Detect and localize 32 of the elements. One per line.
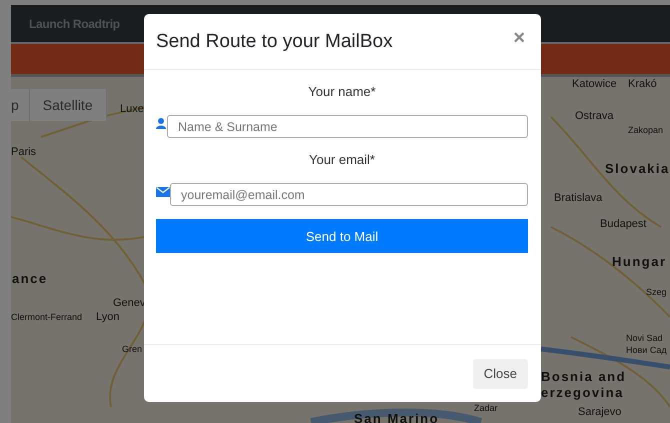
map-type-button[interactable]: Satellite — [30, 89, 107, 121]
field-label: Your name* — [308, 84, 376, 99]
map-place-label: Нови Сад — [626, 346, 667, 356]
close-button[interactable]: Close — [472, 358, 528, 388]
send-button[interactable]: Send to Mail — [156, 219, 528, 253]
map-place-label: ance — [12, 272, 48, 286]
field-label: Your email* — [308, 152, 375, 167]
map-place-label: Bosnia and — [541, 370, 626, 384]
map-place-label: Hungar — [612, 255, 666, 270]
text-input-field[interactable]: Name & Surname — [167, 115, 528, 138]
map-place-label: Ostrava — [575, 110, 614, 122]
map-place-label: Clermont-Ferrand — [11, 313, 82, 323]
map-place-label: Krakó — [628, 78, 657, 90]
map-place-label: Sarajevo — [578, 406, 622, 418]
map-place-label: Luxe — [120, 103, 144, 116]
map-place-label: Novi Sad — [626, 334, 663, 344]
map-place-label: Katowice — [572, 78, 617, 90]
map-place-label: San Marino — [354, 412, 440, 423]
map-place-label: Zadar — [474, 404, 498, 414]
modal-title: Send Route to your MailBox — [156, 30, 393, 52]
map-type-button[interactable]: p — [11, 89, 30, 121]
map-place-label: Bratislava — [554, 192, 602, 204]
map-place-label: Zakopan — [628, 126, 664, 136]
map-place-label: Paris — [11, 146, 36, 158]
map-place-label: erzegovina — [541, 386, 624, 400]
map-place-label: Szeg — [646, 288, 667, 298]
map-place-label: Budapest — [600, 218, 646, 230]
text-input-field[interactable]: youremail@email.com — [170, 183, 528, 206]
map-place-label: Slovakia — [605, 162, 670, 176]
map-place-label: Gren — [122, 345, 142, 355]
map-place-label: Lyon — [96, 311, 120, 324]
map-place-label: Genev — [113, 297, 146, 310]
